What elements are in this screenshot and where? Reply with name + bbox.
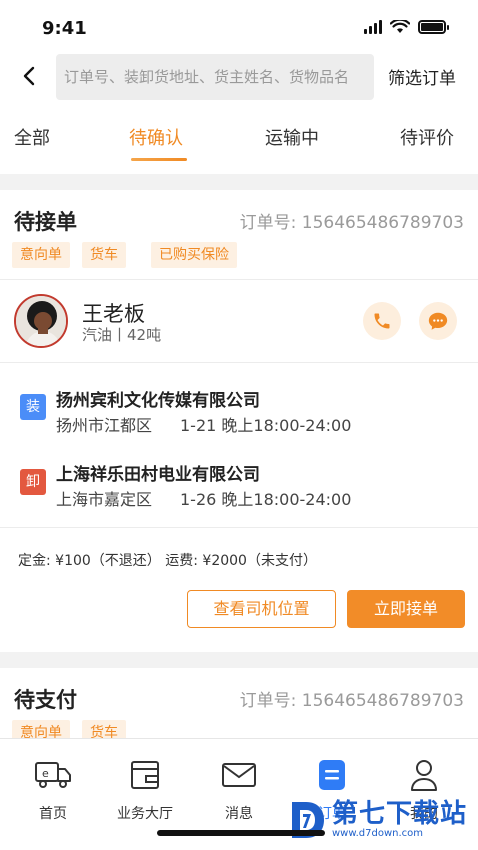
order-number: 订单号: 156465486789703	[239, 213, 464, 233]
avatar[interactable]	[14, 294, 68, 348]
order-number: 订单号: 156465486789703	[239, 691, 464, 711]
tag-intent-order: 意向单	[12, 242, 70, 268]
chat-bubble-icon	[428, 312, 448, 330]
order-status-tabs: 全部 待确认 运输中 待评价	[0, 102, 478, 174]
truck-icon: e	[35, 762, 71, 788]
divider	[0, 279, 478, 280]
order-status-title: 待接单	[14, 210, 77, 234]
wifi-icon	[390, 20, 410, 33]
order-card[interactable]: 待接单 订单号: 156465486789703 意向单 货车 已购买保险 王老…	[0, 190, 478, 652]
unload-company: 上海祥乐田村电业有限公司	[56, 465, 260, 485]
wallet-icon	[131, 761, 159, 789]
status-bar: 9:41	[0, 0, 478, 52]
tab-pending-confirm[interactable]: 待确认	[129, 124, 183, 150]
status-icons	[364, 20, 449, 34]
load-company: 扬州宾利文化传媒有限公司	[56, 391, 260, 411]
chat-button[interactable]	[419, 302, 457, 340]
filter-orders-button[interactable]: 筛选订单	[388, 64, 456, 89]
watermark-text: 第七下载站	[332, 799, 468, 829]
watermark-url: www.d7down.com	[332, 828, 424, 839]
active-tab-indicator	[131, 158, 187, 161]
signal-icon	[364, 20, 382, 34]
svg-text:e: e	[42, 767, 49, 780]
tabbar-item-messages[interactable]: 消息	[194, 757, 284, 823]
order-document-icon	[319, 760, 345, 790]
status-time: 9:41	[42, 18, 87, 39]
view-driver-location-button[interactable]: 查看司机位置	[187, 590, 336, 628]
order-card[interactable]: 待支付 订单号: 156465486789703 意向单 货车	[0, 668, 478, 746]
divider	[0, 527, 478, 528]
load-address: 扬州市江都区	[56, 416, 153, 435]
search-input[interactable]: 订单号、装卸货地址、货主姓名、货物品名	[56, 54, 374, 100]
user-icon	[411, 760, 437, 791]
back-arrow-icon[interactable]	[18, 64, 42, 88]
order-status-title: 待支付	[14, 688, 77, 712]
truck-info: 汽油丨42吨	[82, 326, 162, 344]
tab-in-transit[interactable]: 运输中	[265, 124, 319, 150]
unload-address: 上海市嘉定区	[56, 490, 153, 509]
unload-badge: 卸	[20, 469, 46, 495]
home-indicator	[157, 830, 325, 836]
driver-photo	[16, 296, 66, 346]
tabbar-item-business-hall[interactable]: 业务大厅	[100, 757, 190, 823]
tabbar-item-home[interactable]: e 首页	[8, 757, 98, 823]
call-button[interactable]	[363, 302, 401, 340]
load-time: 1-21 晚上18:00-24:00	[180, 416, 352, 435]
battery-icon	[418, 20, 449, 34]
tab-all[interactable]: 全部	[14, 124, 50, 150]
divider	[0, 362, 478, 363]
tag-insurance: 已购买保险	[151, 242, 237, 268]
tab-pending-review[interactable]: 待评价	[400, 124, 454, 150]
load-badge: 装	[20, 394, 46, 420]
phone-icon	[374, 313, 390, 329]
search-bar: 订单号、装卸货地址、货主姓名、货物品名 筛选订单	[0, 52, 478, 102]
tabbar-label: 首页	[39, 806, 67, 822]
mail-icon	[222, 763, 256, 787]
unload-time: 1-26 晚上18:00-24:00	[180, 490, 352, 509]
tag-truck: 货车	[82, 242, 126, 268]
fee-info: 定金: ¥100（不退还） 运费: ¥2000（未支付）	[18, 553, 317, 569]
accept-order-button[interactable]: 立即接单	[347, 590, 465, 628]
tabbar-label: 业务大厅	[117, 806, 173, 822]
tabbar-label: 消息	[225, 806, 253, 822]
